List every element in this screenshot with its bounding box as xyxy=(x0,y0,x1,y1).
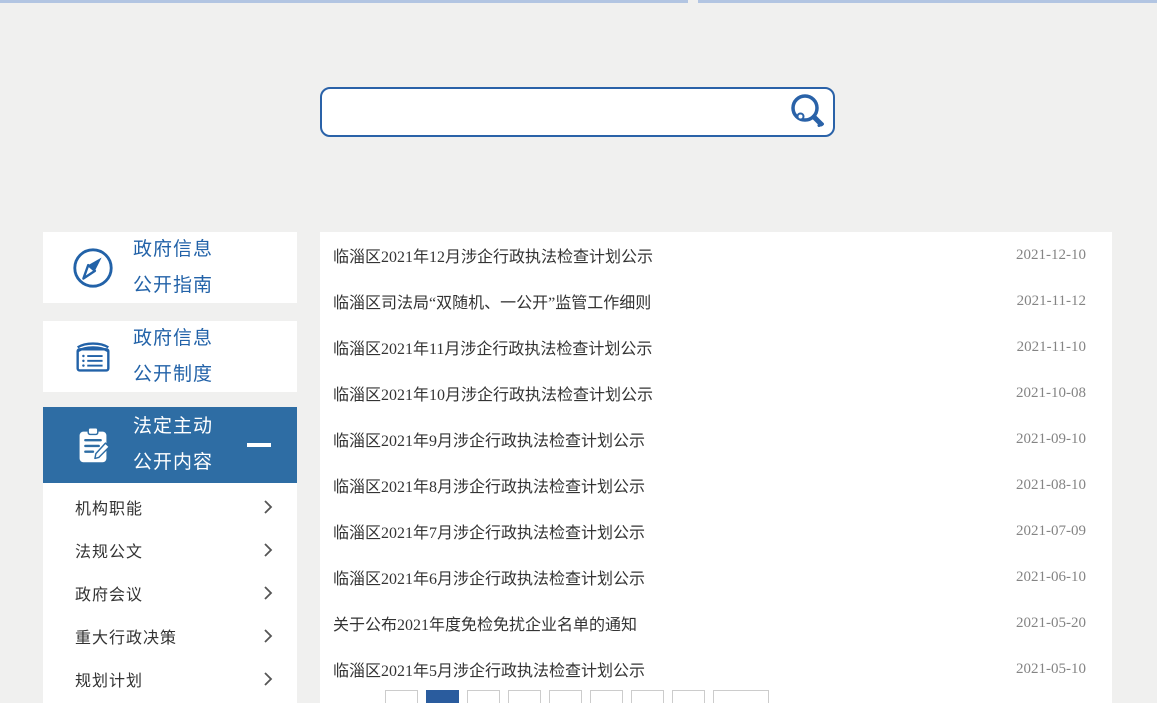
article-date: 2021-06-10 xyxy=(1016,569,1086,586)
submenu-item[interactable]: 重大行政决策 xyxy=(43,614,297,657)
article-title-link[interactable]: 临淄区2021年11月涉企行政执法检查计划公示 xyxy=(333,335,652,359)
article-date: 2021-05-10 xyxy=(1016,661,1086,678)
sidebar-item-label: 政府信息 公开制度 xyxy=(133,321,213,393)
sidebar-item-legal-active-disclosure[interactable]: 法定主动 公开内容 xyxy=(43,407,297,483)
page-button[interactable] xyxy=(672,690,705,703)
submenu-item-label: 法规公文 xyxy=(75,538,143,562)
search-icon xyxy=(787,92,827,132)
article-title-link[interactable]: 临淄区司法局“双随机、一公开”监管工作细则 xyxy=(333,289,651,313)
article-date: 2021-10-08 xyxy=(1016,385,1086,402)
article-title-link[interactable]: 临淄区2021年9月涉企行政执法检查计划公示 xyxy=(333,427,645,451)
page-button[interactable] xyxy=(549,690,582,703)
sidebar: 政府信息 公开指南 政府信息 公开制度 xyxy=(43,232,297,703)
article-date: 2021-09-10 xyxy=(1016,431,1086,448)
submenu-item-label: 规划计划 xyxy=(75,667,143,691)
article-title-link[interactable]: 临淄区2021年7月涉企行政执法检查计划公示 xyxy=(333,519,645,543)
article-title-link[interactable]: 临淄区2021年5月涉企行政执法检查计划公示 xyxy=(333,657,645,681)
sidebar-submenu: 机构职能 法规公文 政府会议 xyxy=(43,483,297,703)
page-button[interactable] xyxy=(631,690,664,703)
page-button[interactable] xyxy=(426,690,459,703)
list-item: 临淄区2021年9月涉企行政执法检查计划公示 2021-09-10 xyxy=(320,416,1112,462)
search-button[interactable] xyxy=(781,89,833,135)
submenu-item[interactable]: 机构职能 xyxy=(43,485,297,528)
submenu-item-label: 机构职能 xyxy=(75,495,143,519)
submenu-item-label: 重大行政决策 xyxy=(75,624,177,648)
search-bar xyxy=(320,87,835,137)
chevron-right-icon xyxy=(263,585,273,601)
article-title-link[interactable]: 临淄区2021年8月涉企行政执法检查计划公示 xyxy=(333,473,645,497)
page-button[interactable] xyxy=(590,690,623,703)
article-date: 2021-08-10 xyxy=(1016,477,1086,494)
pagination xyxy=(385,690,769,703)
article-title-link[interactable]: 临淄区2021年6月涉企行政执法检查计划公示 xyxy=(333,565,645,589)
list-item: 临淄区2021年11月涉企行政执法检查计划公示 2021-11-10 xyxy=(320,324,1112,370)
submenu-item[interactable]: 法规公文 xyxy=(43,528,297,571)
search-input[interactable] xyxy=(322,89,781,135)
list-item: 临淄区2021年6月涉企行政执法检查计划公示 2021-06-10 xyxy=(320,554,1112,600)
article-date: 2021-05-20 xyxy=(1016,615,1086,632)
list-item: 临淄区2021年10月涉企行政执法检查计划公示 2021-10-08 xyxy=(320,370,1112,416)
page-button[interactable] xyxy=(508,690,541,703)
minus-icon xyxy=(247,443,271,447)
page-button[interactable] xyxy=(385,690,418,703)
submenu-item[interactable]: 规划计划 xyxy=(43,657,297,700)
sidebar-item-label: 法定主动 公开内容 xyxy=(133,409,213,481)
list-item: 临淄区2021年8月涉企行政执法检查计划公示 2021-08-10 xyxy=(320,462,1112,508)
chevron-right-icon xyxy=(263,542,273,558)
top-accent-bar xyxy=(0,0,1157,3)
chevron-right-icon xyxy=(263,671,273,687)
page-button[interactable] xyxy=(467,690,500,703)
submenu-item-label: 政府会议 xyxy=(75,581,143,605)
clipboard-pencil-icon xyxy=(67,421,119,469)
list-item: 临淄区2021年5月涉企行政执法检查计划公示 2021-05-10 xyxy=(320,646,1112,692)
top-accent-bar-gap xyxy=(688,0,698,3)
list-item: 关于公布2021年度免检免扰企业名单的通知 2021-05-20 xyxy=(320,600,1112,646)
document-list-icon xyxy=(67,333,119,381)
chevron-right-icon xyxy=(263,628,273,644)
article-title-link[interactable]: 关于公布2021年度免检免扰企业名单的通知 xyxy=(333,611,637,635)
article-date: 2021-07-09 xyxy=(1016,523,1086,540)
article-list-panel: 临淄区2021年12月涉企行政执法检查计划公示 2021-12-10 临淄区司法… xyxy=(320,232,1112,703)
sidebar-item-disclosure-system[interactable]: 政府信息 公开制度 xyxy=(43,321,297,392)
list-item: 临淄区司法局“双随机、一公开”监管工作细则 2021-11-12 xyxy=(320,278,1112,324)
sidebar-item-label: 政府信息 公开指南 xyxy=(133,232,213,304)
article-title-link[interactable]: 临淄区2021年12月涉企行政执法检查计划公示 xyxy=(333,243,653,267)
list-item: 临淄区2021年12月涉企行政执法检查计划公示 2021-12-10 xyxy=(320,232,1112,278)
article-date: 2021-12-10 xyxy=(1016,247,1086,264)
sidebar-item-disclosure-guide[interactable]: 政府信息 公开指南 xyxy=(43,232,297,303)
article-date: 2021-11-10 xyxy=(1017,339,1086,356)
compass-icon xyxy=(67,244,119,292)
article-date: 2021-11-12 xyxy=(1017,293,1086,310)
article-title-link[interactable]: 临淄区2021年10月涉企行政执法检查计划公示 xyxy=(333,381,653,405)
page-button[interactable] xyxy=(713,690,769,703)
submenu-item[interactable]: 政府会议 xyxy=(43,571,297,614)
chevron-right-icon xyxy=(263,499,273,515)
list-item: 临淄区2021年7月涉企行政执法检查计划公示 2021-07-09 xyxy=(320,508,1112,554)
